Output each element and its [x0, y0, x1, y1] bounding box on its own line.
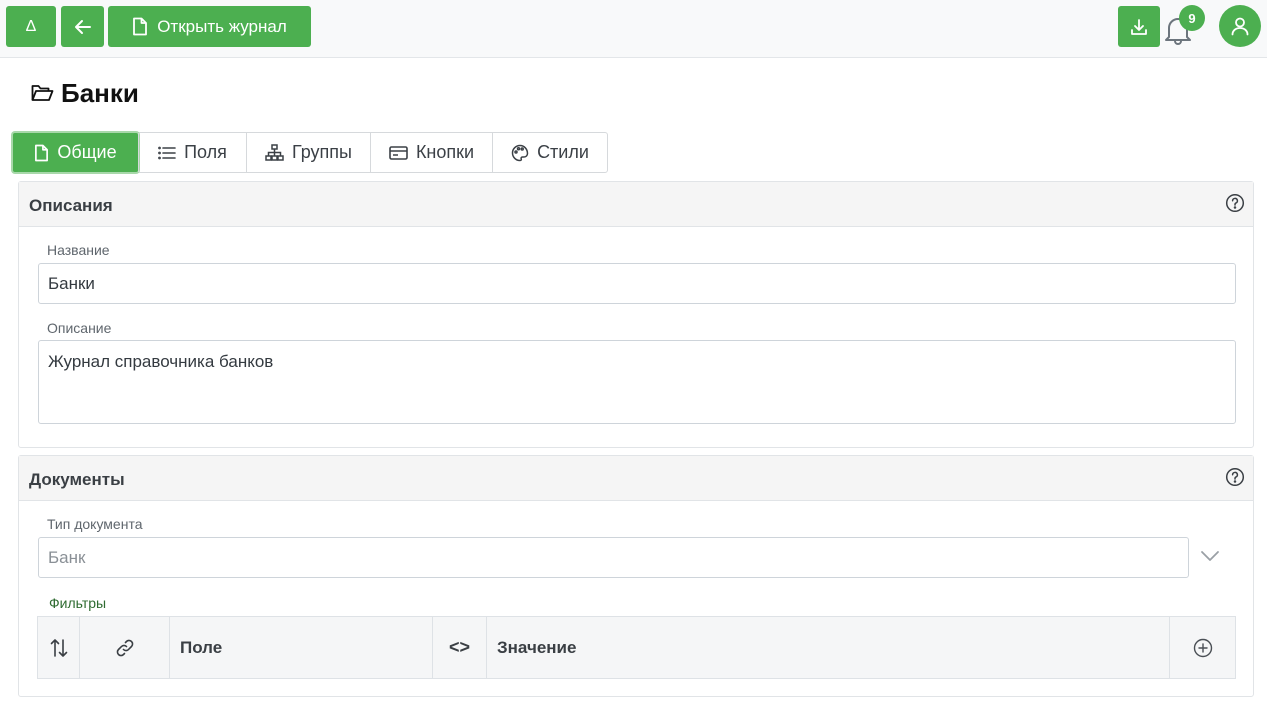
- file-icon: [133, 17, 148, 36]
- plus-circle-icon: [1193, 638, 1212, 657]
- notification-badge: 9: [1179, 5, 1205, 31]
- documents-panel: Документы Тип документа Банк Фильтры Пол…: [18, 455, 1254, 697]
- descriptions-panel: Описания Название Банки Описание Журнал …: [18, 181, 1254, 448]
- download-button[interactable]: [1118, 6, 1160, 47]
- tab-fields-label: Поля: [184, 142, 227, 162]
- download-icon: [1131, 18, 1147, 35]
- sort-column[interactable]: [38, 617, 79, 678]
- chevron-down-icon[interactable]: [1200, 550, 1220, 562]
- help-icon[interactable]: [1225, 193, 1245, 213]
- open-journal-label: Открыть журнал: [157, 16, 287, 36]
- tab-styles[interactable]: Стили: [492, 133, 607, 172]
- folder-open-icon: [31, 85, 54, 101]
- tab-bar: Общие Поля Группы Кнопки Стили: [12, 132, 608, 173]
- page-title-row: Банки: [31, 77, 139, 109]
- tab-groups-label: Группы: [292, 142, 352, 162]
- documents-panel-title: Документы: [29, 470, 125, 489]
- list-icon: [158, 146, 176, 159]
- filters-label: Фильтры: [49, 595, 107, 611]
- doc-type-select[interactable]: Банк: [38, 537, 1189, 578]
- descriptions-panel-header: Описания: [19, 182, 1253, 227]
- palette-icon: [511, 144, 529, 161]
- tab-general[interactable]: Общие: [13, 133, 138, 172]
- back-button[interactable]: [61, 6, 104, 47]
- doc-type-label: Тип документа: [47, 516, 143, 532]
- name-field[interactable]: Банки: [38, 263, 1236, 304]
- add-filter-button[interactable]: [1169, 617, 1235, 678]
- link-icon: [116, 639, 133, 656]
- tab-groups[interactable]: Группы: [246, 133, 370, 172]
- user-icon: [1231, 17, 1249, 36]
- open-journal-button[interactable]: Открыть журнал: [108, 6, 311, 47]
- button-icon: [389, 145, 408, 160]
- sitemap-icon: [265, 144, 284, 161]
- tab-buttons-label: Кнопки: [415, 142, 475, 162]
- tab-general-label: Общие: [57, 142, 117, 162]
- user-avatar[interactable]: [1219, 5, 1261, 47]
- description-textarea[interactable]: Журнал справочника банков: [38, 340, 1236, 424]
- tab-styles-label: Стили: [537, 142, 589, 162]
- field-column-header: Поле: [169, 617, 432, 678]
- filters-table-header: Поле <> Значение: [37, 616, 1236, 679]
- tab-buttons[interactable]: Кнопки: [370, 133, 492, 172]
- file-icon: [35, 144, 49, 161]
- page-title: Банки: [61, 77, 139, 108]
- documents-panel-header: Документы: [19, 456, 1253, 501]
- value-column-header: Значение: [486, 617, 1169, 678]
- description-label: Описание: [47, 320, 112, 336]
- help-icon[interactable]: [1225, 467, 1245, 487]
- top-toolbar: Δ Открыть журнал 9: [0, 0, 1267, 58]
- operator-column-header: <>: [432, 617, 486, 678]
- name-label: Название: [47, 242, 110, 258]
- tab-fields[interactable]: Поля: [138, 133, 246, 172]
- sort-arrows-icon: [50, 638, 67, 657]
- delta-button[interactable]: Δ: [6, 6, 56, 47]
- link-column: [79, 617, 169, 678]
- arrow-left-icon: [74, 19, 91, 34]
- descriptions-panel-title: Описания: [29, 196, 113, 215]
